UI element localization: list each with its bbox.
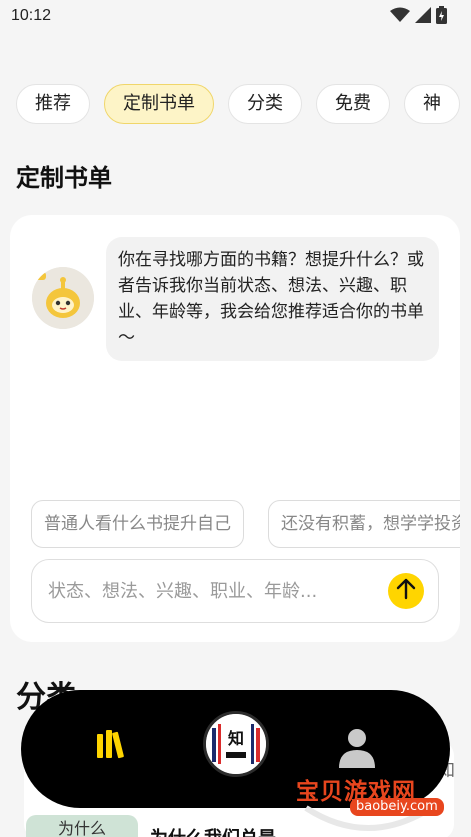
- arrow-up-icon: [396, 578, 416, 604]
- nav-center-label: 知: [228, 729, 244, 748]
- tab-more[interactable]: 神: [404, 84, 460, 124]
- book-cover[interactable]: 为什么: [26, 815, 138, 837]
- book-title[interactable]: 为什么我们总是: [150, 824, 276, 837]
- assistant-avatar: [32, 267, 94, 329]
- knowledge-logo-icon: 知: [206, 714, 266, 774]
- nav-discover[interactable]: 知: [203, 711, 269, 777]
- custom-list-card: 你在寻找哪方面的书籍？想提升什么？或者告诉我你当前状态、想法、兴趣、职业、年龄等…: [10, 215, 460, 642]
- status-bar: 10:12: [0, 0, 471, 34]
- tab-category[interactable]: 分类: [228, 84, 302, 124]
- battery-icon: [436, 6, 447, 28]
- books-icon: [95, 730, 129, 764]
- suggestion-chip[interactable]: 还没有积蓄，想学学投资: [268, 500, 460, 548]
- category-tabs: 推荐 定制书单 分类 免费 神: [16, 84, 460, 124]
- query-input-box: [31, 559, 439, 623]
- send-button[interactable]: [388, 573, 424, 609]
- query-input[interactable]: [48, 560, 368, 622]
- assistant-message: 你在寻找哪方面的书籍？想提升什么？或者告诉我你当前状态、想法、兴趣、职业、年龄等…: [106, 237, 439, 361]
- suggestion-list: 普通人看什么书提升自己 还没有积蓄，想学学投资: [31, 500, 460, 548]
- status-icons: [390, 6, 447, 28]
- watermark-logo: 宝贝游戏网 baobeiy.com: [296, 768, 444, 837]
- tab-recommend[interactable]: 推荐: [16, 84, 90, 124]
- section-title-custom-list: 定制书单: [16, 164, 112, 192]
- wifi-icon: [390, 7, 410, 27]
- nav-bookshelf[interactable]: [95, 728, 129, 764]
- watermark-sub-text: baobeiy.com: [350, 798, 444, 816]
- tab-free[interactable]: 免费: [316, 84, 390, 124]
- tab-custom-list[interactable]: 定制书单: [104, 84, 214, 124]
- suggestion-chip[interactable]: 普通人看什么书提升自己: [31, 500, 244, 548]
- status-time: 10:12: [11, 7, 52, 24]
- nav-profile[interactable]: [335, 726, 379, 774]
- signal-icon: [415, 7, 431, 27]
